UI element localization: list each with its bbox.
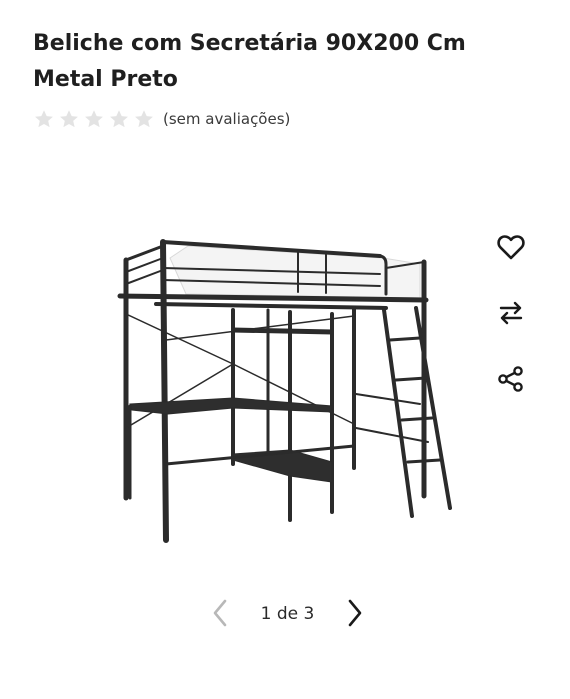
product-rating[interactable]: (sem avaliações)	[33, 108, 290, 130]
share-icon	[497, 365, 525, 393]
star-icon	[58, 108, 80, 130]
product-title: Beliche com Secretária 90X200 Cm Metal P…	[33, 26, 503, 98]
star-icon	[33, 108, 55, 130]
star-icon	[83, 108, 105, 130]
wishlist-button[interactable]	[494, 230, 528, 264]
chevron-left-icon	[212, 599, 228, 631]
share-button[interactable]	[494, 362, 528, 396]
product-title-line-2: Metal Preto	[33, 67, 178, 92]
previous-image-button[interactable]	[205, 598, 235, 632]
compare-arrows-icon	[498, 301, 524, 325]
next-image-button[interactable]	[340, 598, 370, 632]
compare-button[interactable]	[494, 296, 528, 330]
rating-stars	[33, 108, 155, 130]
product-title-line-1: Beliche com Secretária 90X200 Cm	[33, 31, 466, 56]
rating-count-text[interactable]: (sem avaliações)	[163, 110, 290, 128]
star-icon	[133, 108, 155, 130]
product-image[interactable]	[108, 228, 468, 558]
image-counter: 1 de 3	[260, 604, 315, 624]
heart-icon	[497, 234, 525, 260]
star-icon	[108, 108, 130, 130]
chevron-right-icon	[347, 599, 363, 631]
image-pager: 1 de 3	[205, 596, 370, 634]
